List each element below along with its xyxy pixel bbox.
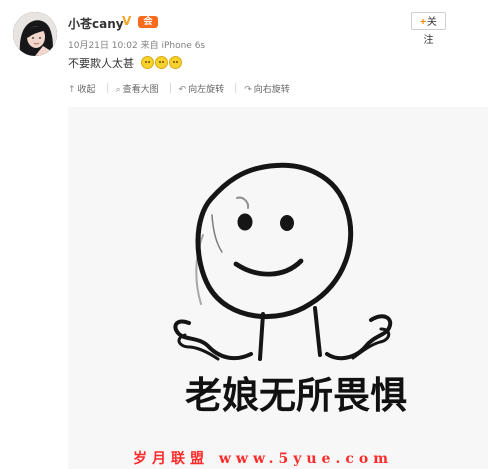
- username[interactable]: 小苍cany: [68, 15, 124, 32]
- meme-caption: 老娘无所畏惧: [185, 374, 407, 417]
- verified-badge-icon: V: [122, 14, 132, 28]
- rotate-right-icon: ↷: [244, 85, 252, 95]
- smile-emoji-icon: [155, 56, 168, 69]
- divider: [169, 83, 171, 93]
- plus-icon: +: [420, 17, 426, 28]
- post-meta: 10月21日 10:02 来自 iPhone 6s: [68, 38, 205, 51]
- rotate-right-label: 向右旋转: [253, 85, 290, 95]
- post-image[interactable]: 老娘无所畏惧: [68, 107, 488, 469]
- rotate-left-icon: ↶: [178, 85, 187, 95]
- collapse-button[interactable]: ↑ 收起: [68, 82, 96, 98]
- watermark: 岁月联盟 www.5yue.com: [133, 451, 394, 467]
- view-large-button[interactable]: ⌕ 查看大图: [116, 82, 159, 98]
- magnifier-icon: ⌕: [115, 85, 121, 95]
- smile-emoji-icon: [141, 56, 154, 69]
- timestamp[interactable]: 10月21日 10:02: [68, 41, 138, 51]
- collapse-label: 收起: [77, 85, 96, 95]
- emoji-row: [141, 54, 183, 73]
- smile-emoji-icon: [169, 56, 182, 69]
- image-toolbar: ↑ 收起 ⌕ 查看大图 ↶ 向左旋转 ↷ 向右旋转: [68, 82, 488, 98]
- divider: [235, 83, 237, 93]
- source-device[interactable]: iPhone 6s: [161, 41, 205, 51]
- membership-badge-icon[interactable]: 会: [138, 16, 158, 28]
- weibo-post-card: 小苍cany V 会 10月21日 10:02 来自 iPhone 6s +关注…: [0, 0, 500, 469]
- source-prefix: 来自: [140, 41, 159, 51]
- avatar[interactable]: [13, 12, 57, 56]
- rotate-left-button[interactable]: ↶ 向左旋转: [179, 82, 225, 98]
- follow-button[interactable]: +关注: [411, 12, 446, 46]
- post-text: 不要欺人太甚: [68, 57, 134, 70]
- collapse-arrow-icon: ↑: [68, 85, 76, 95]
- rotate-right-button[interactable]: ↷ 向右旋转: [244, 82, 290, 98]
- rotate-left-label: 向左旋转: [188, 85, 225, 95]
- view-large-label: 查看大图: [122, 85, 159, 95]
- avatar-image: [13, 12, 57, 56]
- divider: [106, 83, 108, 93]
